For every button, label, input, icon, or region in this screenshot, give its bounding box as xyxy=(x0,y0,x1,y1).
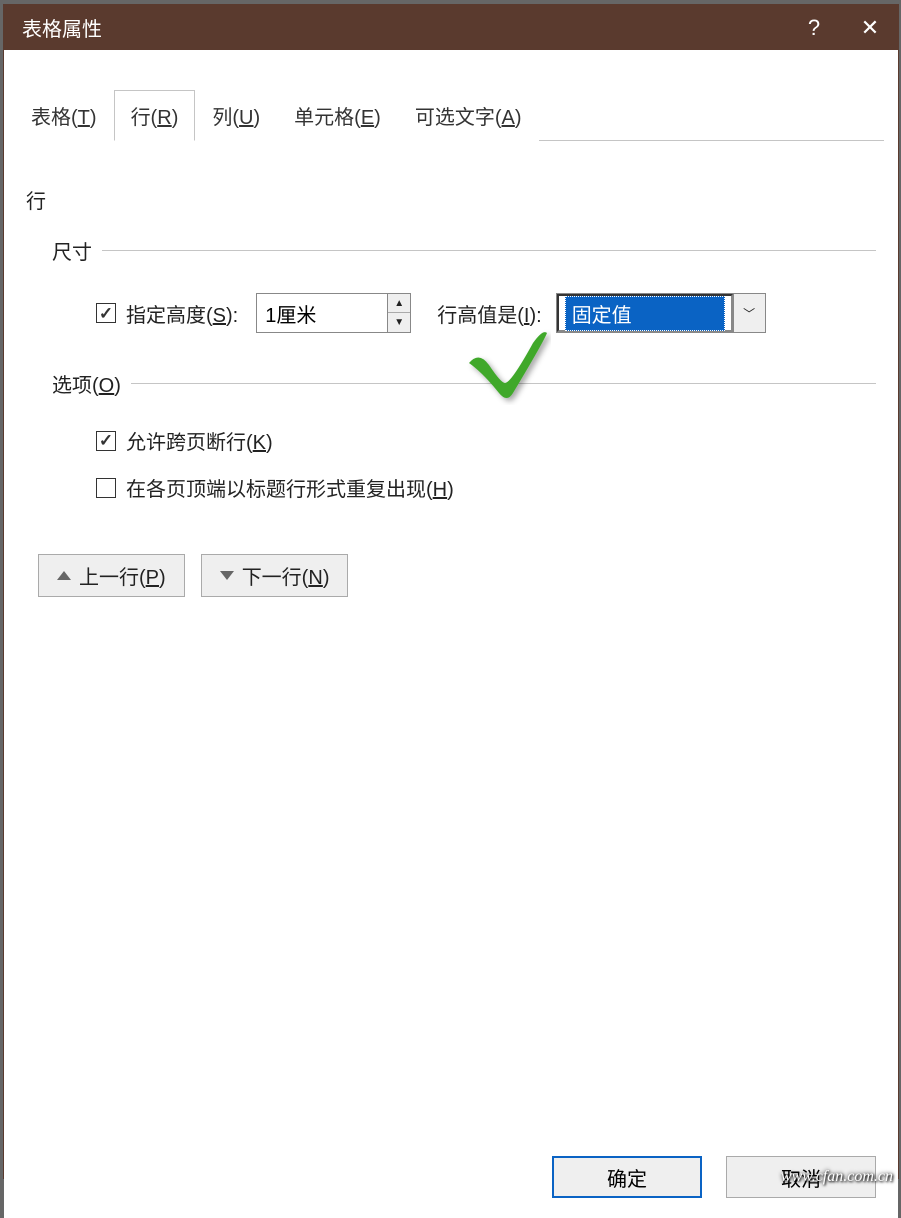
group-options-header: 选项(O) xyxy=(26,369,876,398)
combo-selected[interactable]: 固定值 xyxy=(557,294,733,332)
row-allow-break: 允许跨页断行(K) xyxy=(26,426,876,455)
label-allow-break: 允许跨页断行(K) xyxy=(126,426,273,455)
help-button[interactable]: ? xyxy=(786,5,842,50)
checkbox-specify-height[interactable] xyxy=(96,303,116,323)
label-row-height-is: 行高值是(I): xyxy=(437,299,541,328)
window-title: 表格属性 xyxy=(22,13,102,42)
dialog-buttons: 确定 取消 xyxy=(552,1156,876,1198)
tab-cell[interactable]: 单元格(E) xyxy=(277,90,398,141)
row-specify-height: 指定高度(S): ▲ ▼ 行高值是(I): 固定值 xyxy=(26,293,876,333)
client-area: 表格(T) 行(R) 列(U) 单元格(E) 可选文字(A) 行 尺寸 xyxy=(4,90,898,1218)
checkbox-allow-break[interactable] xyxy=(96,431,116,451)
spinner-up[interactable]: ▲ xyxy=(388,294,410,313)
tab-table[interactable]: 表格(T) xyxy=(14,90,114,141)
titlebar: 表格属性 ? ✕ xyxy=(4,5,898,50)
nav-buttons: 上一行(P) 下一行(N) xyxy=(38,554,876,597)
tab-bar: 表格(T) 行(R) 列(U) 单元格(E) 可选文字(A) xyxy=(14,90,884,141)
spinner-height[interactable]: ▲ ▼ xyxy=(256,293,411,333)
annotation-checkmark-icon xyxy=(461,325,551,405)
combo-selected-value: 固定值 xyxy=(565,296,725,331)
triangle-up-icon xyxy=(57,571,71,580)
chevron-down-icon: ﹀ xyxy=(743,305,755,322)
cancel-button[interactable]: 取消 xyxy=(726,1156,876,1198)
group-options-title: 选项(O) xyxy=(52,369,121,398)
label-specify-height: 指定高度(S): xyxy=(126,299,238,328)
next-row-button[interactable]: 下一行(N) xyxy=(201,554,349,597)
row-repeat-header: 在各页顶端以标题行形式重复出现(H) xyxy=(26,473,876,502)
group-size-title: 尺寸 xyxy=(52,236,92,265)
ok-button[interactable]: 确定 xyxy=(552,1156,702,1198)
tab-alt-text[interactable]: 可选文字(A) xyxy=(398,90,539,141)
close-button[interactable]: ✕ xyxy=(842,5,898,50)
label-repeat-header: 在各页顶端以标题行形式重复出现(H) xyxy=(126,473,454,502)
triangle-down-icon xyxy=(220,571,234,580)
tab-content: 行 尺寸 指定高度(S): ▲ ▼ 行高值是(I): xyxy=(18,141,884,597)
group-size-header: 尺寸 xyxy=(26,236,876,265)
prev-row-button[interactable]: 上一行(P) xyxy=(38,554,185,597)
combo-row-height-type[interactable]: 固定值 ﹀ xyxy=(556,293,766,333)
checkbox-repeat-header[interactable] xyxy=(96,478,116,498)
tab-row[interactable]: 行(R) xyxy=(114,90,196,141)
divider xyxy=(102,250,876,251)
section-title: 行 xyxy=(26,185,876,214)
spinner-down[interactable]: ▼ xyxy=(388,313,410,332)
dialog-window: 表格属性 ? ✕ 表格(T) 行(R) 列(U) 单元格(E) 可选文字(A) … xyxy=(3,4,899,1179)
input-height-value[interactable] xyxy=(257,294,387,332)
tab-column[interactable]: 列(U) xyxy=(195,90,277,141)
combo-dropdown-button[interactable]: ﹀ xyxy=(733,294,765,332)
